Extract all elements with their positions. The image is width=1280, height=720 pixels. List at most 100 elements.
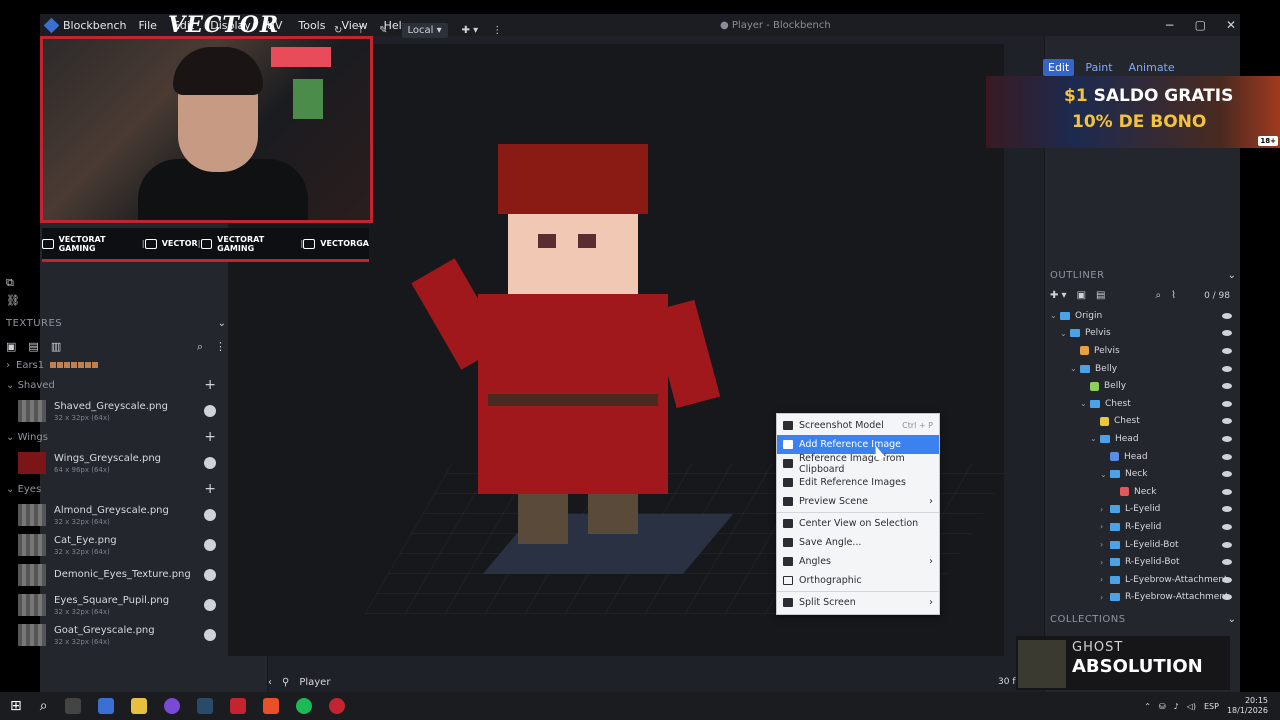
texture-item[interactable]: Wings_Greyscale.png 64 x 96px (64x) <box>0 448 226 478</box>
folder-icon[interactable] <box>130 698 147 714</box>
menu-item-center-view-on-selection[interactable]: Center View on Selection <box>777 514 939 533</box>
check-icon[interactable] <box>204 569 216 581</box>
chevron-right-icon[interactable]: › <box>1100 522 1110 531</box>
more-icon[interactable]: ⋮ <box>492 25 502 36</box>
menu-item-preview-scene[interactable]: Preview Scene › <box>777 492 939 511</box>
task-view-icon[interactable] <box>64 698 81 714</box>
transform-space-select[interactable]: Local ▾ <box>401 22 448 38</box>
outliner-node[interactable]: Pelvis <box>1044 342 1236 360</box>
texture-item[interactable]: Shaved_Greyscale.png 32 x 32px (64x) <box>0 396 226 426</box>
check-icon[interactable] <box>204 509 216 521</box>
mode-paint[interactable]: Paint <box>1080 59 1117 76</box>
eye-icon[interactable] <box>1222 383 1232 390</box>
outliner-node[interactable]: › R-Eyebrow-Attachment <box>1044 589 1236 607</box>
app-icon[interactable] <box>328 698 345 714</box>
close-button[interactable]: ✕ <box>1226 18 1236 32</box>
chevron-right-icon[interactable]: › <box>1100 575 1110 584</box>
file-explorer-icon[interactable] <box>97 698 114 714</box>
search-icon[interactable]: ⌕ <box>197 340 203 354</box>
chevron-down-icon[interactable]: ⌄ <box>1090 434 1100 443</box>
chevron-down-icon[interactable]: ⌄ <box>1070 364 1080 373</box>
obs-icon[interactable] <box>229 698 246 714</box>
more-icon[interactable]: ⋮ <box>215 340 226 354</box>
menu-item-angles[interactable]: Angles › <box>777 552 939 571</box>
maximize-button[interactable]: ▢ <box>1195 18 1206 32</box>
menu-item-screenshot-model[interactable]: Screenshot Model Ctrl + P <box>777 416 939 435</box>
outliner-node[interactable]: ⌄ Origin <box>1044 307 1236 325</box>
check-icon[interactable] <box>204 457 216 469</box>
chevron-down-icon[interactable]: ⌄ <box>1100 470 1110 479</box>
pen-tool-icon[interactable]: ✎ <box>379 25 387 36</box>
eye-icon[interactable] <box>1222 435 1232 442</box>
texture-item[interactable]: Demonic_Eyes_Texture.png <box>0 560 226 590</box>
eye-icon[interactable] <box>1222 312 1232 319</box>
snap-tool-icon[interactable]: ✚ ▾ <box>462 25 479 36</box>
menu-file[interactable]: File <box>139 19 157 32</box>
outliner-node[interactable]: Neck <box>1044 483 1236 501</box>
rotate-tool-icon[interactable]: ↻ <box>334 25 342 36</box>
outliner-node[interactable]: › L-Eyelid <box>1044 501 1236 519</box>
link-icon[interactable]: ⛓ <box>6 294 20 307</box>
chevron-right-icon[interactable]: › <box>1100 505 1110 514</box>
back-icon[interactable]: ‹ <box>268 677 272 688</box>
outliner-node[interactable]: Chest <box>1044 413 1236 431</box>
outliner-node[interactable]: ⌄ Neck <box>1044 465 1236 483</box>
texture-group-eyes[interactable]: ⌄ Eyes + <box>0 478 226 500</box>
add-group-icon[interactable]: ▣ <box>1077 290 1086 301</box>
minimize-button[interactable]: − <box>1165 18 1175 32</box>
eye-icon[interactable] <box>1222 506 1232 513</box>
copy-icon[interactable]: ⧉ <box>6 276 20 290</box>
add-texture-icon[interactable]: + <box>204 377 216 393</box>
steam-icon[interactable] <box>196 698 213 714</box>
chevron-down-icon[interactable]: ⌄ <box>1050 311 1060 320</box>
network-icon[interactable]: ⛁ <box>1159 702 1166 711</box>
outliner-node[interactable]: ⌄ Chest <box>1044 395 1236 413</box>
save-texture-icon[interactable]: ▤ <box>28 340 38 354</box>
mode-animate[interactable]: Animate <box>1124 59 1180 76</box>
chevron-down-icon[interactable]: ⌄ <box>1080 399 1090 408</box>
mode-edit[interactable]: Edit <box>1043 59 1075 76</box>
menu-item-add-reference-image[interactable]: Add Reference Image <box>777 435 939 454</box>
menu-item-reference-image-from-clipboard[interactable]: Reference Image from Clipboard <box>777 453 939 475</box>
outliner-node[interactable]: › L-Eyebrow-Attachment <box>1044 571 1236 589</box>
texture-item[interactable]: Almond_Greyscale.png 32 x 32px (64x) <box>0 500 226 530</box>
eye-icon[interactable] <box>1222 400 1232 407</box>
outliner-node[interactable]: Head <box>1044 448 1236 466</box>
outliner-node[interactable]: › R-Eyelid-Bot <box>1044 553 1236 571</box>
eye-icon[interactable] <box>1222 488 1232 495</box>
collapse-icon[interactable]: ⌄ <box>1228 270 1236 281</box>
player-model[interactable] <box>411 144 728 544</box>
texture-group-wings[interactable]: ⌄ Wings + <box>0 426 226 448</box>
chevron-up-icon[interactable]: ⌃ <box>1144 702 1151 711</box>
check-icon[interactable] <box>204 629 216 641</box>
menu-item-edit-reference-images[interactable]: Edit Reference Images <box>777 473 939 492</box>
spotify-icon[interactable] <box>295 698 312 714</box>
check-icon[interactable] <box>204 599 216 611</box>
eye-icon[interactable] <box>1222 453 1232 460</box>
chevron-right-icon[interactable]: › <box>1100 540 1110 549</box>
eye-icon[interactable] <box>1222 330 1232 337</box>
menu-item-save-angle[interactable]: Save Angle... <box>777 533 939 552</box>
search-icon[interactable]: ⌕ <box>1155 290 1161 301</box>
outliner-node[interactable]: ⌄ Pelvis <box>1044 325 1236 343</box>
eye-icon[interactable] <box>1222 347 1232 354</box>
eye-icon[interactable] <box>1222 523 1232 530</box>
folder-icon[interactable]: ▥ <box>51 340 61 354</box>
outliner-node[interactable]: Belly <box>1044 377 1236 395</box>
texture-group-shaved[interactable]: ⌄ Shaved + <box>0 374 226 396</box>
volume-icon[interactable]: ◁) <box>1187 702 1196 711</box>
eye-icon[interactable] <box>1222 541 1232 548</box>
chevron-right-icon[interactable]: › <box>1100 593 1110 602</box>
collapse-icon[interactable]: ⌄ <box>1228 614 1236 625</box>
chevron-right-icon[interactable]: › <box>1100 558 1110 567</box>
texture-item[interactable]: Cat_Eye.png 32 x 32px (64x) <box>0 530 226 560</box>
microphone-icon[interactable]: ♪ <box>1174 702 1179 711</box>
search-icon[interactable]: ⌕ <box>40 698 48 714</box>
brave-icon[interactable] <box>262 698 279 714</box>
check-icon[interactable] <box>204 405 216 417</box>
menu-item-orthographic[interactable]: Orthographic <box>777 571 939 590</box>
eye-icon[interactable] <box>1222 576 1232 583</box>
chevron-down-icon[interactable]: ⌄ <box>1060 329 1070 338</box>
add-icon[interactable]: ✚ ▾ <box>1050 290 1067 301</box>
windows-start-icon[interactable]: ⊞ <box>10 698 22 714</box>
